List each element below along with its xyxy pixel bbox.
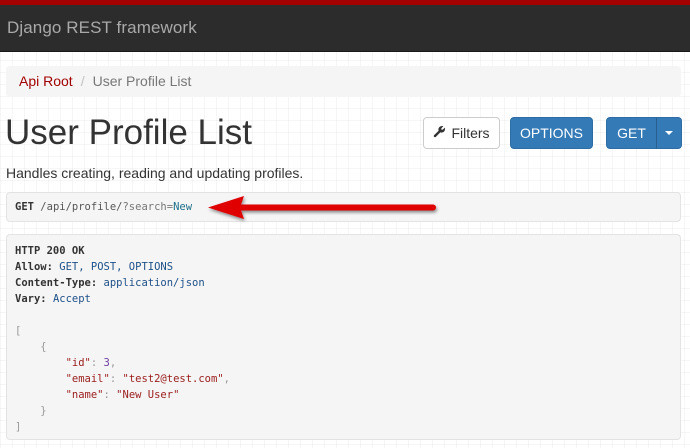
json-key: "id" xyxy=(65,357,91,369)
get-button-label: GET xyxy=(617,125,646,141)
json-field-email: "email": "test2@test.com", xyxy=(15,371,672,387)
breadcrumb-current: User Profile List xyxy=(92,73,192,89)
request-path: /api/profile/ xyxy=(40,201,123,213)
json-close-brace: } xyxy=(40,405,47,417)
navbar: Django REST framework xyxy=(0,5,690,52)
caret-down-icon xyxy=(665,131,673,135)
json-close-brace-line: } xyxy=(15,403,672,419)
red-arrow-annotation xyxy=(208,196,436,219)
wrench-icon xyxy=(433,125,451,141)
page-description: Handles creating, reading and updating p… xyxy=(6,165,304,181)
navbar-brand[interactable]: Django REST framework xyxy=(7,18,197,38)
request-method: GET xyxy=(15,201,34,213)
options-button[interactable]: OPTIONS xyxy=(510,117,593,149)
json-value: "New User" xyxy=(116,389,180,401)
header-value: GET, POST, OPTIONS xyxy=(59,261,174,273)
get-format-dropdown[interactable] xyxy=(656,117,682,149)
filters-button-label: Filters xyxy=(451,125,490,141)
json-key: "email" xyxy=(65,373,110,385)
json-sep: : xyxy=(109,373,123,385)
request-query-key: ?search xyxy=(122,201,167,213)
json-close-bracket: ] xyxy=(15,421,22,433)
breadcrumb-separator: / xyxy=(80,73,85,89)
request-query-value: New xyxy=(173,201,193,213)
page-title: User Profile List xyxy=(5,113,253,152)
json-field-name: "name": "New User" xyxy=(15,387,672,403)
json-open-brace: { xyxy=(40,341,47,353)
response-header-allow: Allow: GET, POST, OPTIONS xyxy=(15,259,672,275)
header-value: Accept xyxy=(52,293,91,305)
header-name: Content-Type: xyxy=(15,277,98,289)
filters-button[interactable]: Filters xyxy=(423,117,500,149)
breadcrumb: Api Root / User Profile List xyxy=(6,66,681,97)
response-status: HTTP 200 OK xyxy=(15,245,85,257)
options-button-label: OPTIONS xyxy=(519,125,583,141)
header-name: Vary: xyxy=(15,293,47,305)
response-header-content-type: Content-Type: application/json xyxy=(15,275,672,291)
json-sep: : xyxy=(90,357,104,369)
json-open-brace-line: { xyxy=(15,339,672,355)
header-name: Allow: xyxy=(15,261,53,273)
json-trail: , xyxy=(223,373,230,385)
json-trail: , xyxy=(109,357,117,369)
response-header-vary: Vary: Accept xyxy=(15,291,672,307)
json-sep: : xyxy=(103,389,117,401)
header-value: application/json xyxy=(103,277,205,289)
breadcrumb-api-root[interactable]: Api Root xyxy=(19,73,73,89)
json-field-id: "id": 3, xyxy=(15,355,672,371)
get-button[interactable]: GET xyxy=(606,117,657,149)
json-open-bracket: [ xyxy=(15,325,22,337)
json-value: "test2@test.com" xyxy=(122,373,224,385)
response-panel: HTTP 200 OK Allow: GET, POST, OPTIONS Co… xyxy=(6,234,681,440)
json-key: "name" xyxy=(65,389,104,401)
